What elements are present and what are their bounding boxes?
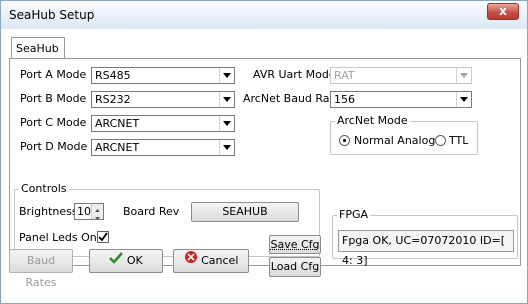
close-icon: x (499, 4, 507, 18)
arcnet-mode-group: ArcNet Mode Normal Analog TTL (330, 114, 478, 155)
chevron-down-icon (456, 68, 471, 83)
cancel-button[interactable]: Cancel (173, 249, 249, 273)
cancel-icon (184, 250, 198, 272)
brightness-spinner[interactable]: 10 (74, 203, 104, 220)
radio-normal-analog-label[interactable]: Normal Analog (354, 134, 435, 147)
ok-button[interactable]: OK (89, 249, 163, 273)
panel-leds-checkbox[interactable] (97, 231, 109, 243)
spin-down-icon[interactable] (92, 212, 103, 220)
radio-ttl-label[interactable]: TTL (449, 134, 468, 147)
title-bar[interactable]: SeaHub Setup x (1, 1, 527, 29)
spin-up-icon[interactable] (92, 204, 103, 212)
board-rev-button[interactable]: SEAHUB (191, 202, 299, 222)
port-c-mode-select[interactable]: ARCNET (91, 115, 235, 132)
checkmark-icon (109, 250, 124, 272)
port-c-mode-label: Port C Mode (20, 116, 87, 129)
port-b-mode-value: RS232 (95, 93, 131, 106)
brightness-value: 10 (77, 205, 91, 218)
board-rev-value: SEAHUB (222, 205, 268, 218)
chevron-down-icon[interactable] (219, 68, 234, 83)
radio-normal-analog[interactable] (339, 135, 350, 146)
port-a-mode-value: RS485 (95, 69, 131, 82)
chevron-down-icon[interactable] (219, 116, 234, 131)
tab-seahub-label: SeaHub (16, 42, 59, 55)
window-title: SeaHub Setup (9, 8, 95, 22)
port-b-mode-select[interactable]: RS232 (91, 91, 235, 108)
save-cfg-label: Save Cfg (270, 238, 320, 251)
seahub-tab-page: Port A Mode RS485 Port B Mode RS232 Port… (9, 58, 521, 267)
seahub-setup-window: SeaHub Setup x SeaHub Port A Mode RS485 … (0, 0, 528, 304)
port-a-mode-label: Port A Mode (20, 68, 87, 81)
avr-uart-mode-label: AVR Uart Mode (253, 68, 336, 81)
port-b-mode-label: Port B Mode (20, 92, 87, 105)
arcnet-baud-rate-label: ArcNet Baud Rate (243, 92, 341, 105)
save-cfg-button[interactable]: Save Cfg (269, 235, 321, 254)
controls-title: Controls (19, 182, 69, 195)
port-a-mode-select[interactable]: RS485 (91, 67, 235, 84)
load-cfg-button[interactable]: Load Cfg (269, 257, 321, 277)
arcnet-baud-rate-value: 156 (334, 93, 355, 106)
dialog-client-area: SeaHub Port A Mode RS485 Port B Mode RS2… (3, 29, 525, 303)
chevron-down-icon[interactable] (456, 92, 471, 107)
arcnet-mode-title: ArcNet Mode (335, 114, 410, 127)
panel-leds-label: Panel Leds On (19, 231, 97, 244)
ok-label: OK (126, 254, 143, 267)
port-d-mode-value: ARCNET (95, 141, 140, 154)
fpga-status: Fpga OK, UC=07072010 ID=[ 4: 3] (338, 230, 514, 267)
load-cfg-label: Load Cfg (270, 260, 320, 273)
port-c-mode-value: ARCNET (95, 117, 140, 130)
avr-uart-mode-select: RAT (330, 67, 472, 84)
board-rev-label: Board Rev (123, 205, 180, 218)
chevron-down-icon[interactable] (219, 92, 234, 107)
close-button[interactable]: x (487, 3, 519, 20)
baud-rates-button: Baud Rates (9, 249, 73, 289)
fpga-title: FPGA (337, 208, 371, 221)
port-d-mode-select[interactable]: ARCNET (91, 139, 235, 156)
checkmark-icon (98, 232, 108, 242)
radio-ttl[interactable] (435, 135, 446, 146)
fpga-status-text: Fpga OK, UC=07072010 ID=[ 4: 3] (342, 234, 506, 267)
port-d-mode-label: Port D Mode (20, 140, 88, 153)
chevron-down-icon[interactable] (219, 140, 234, 155)
fpga-group: FPGA Fpga OK, UC=07072010 ID=[ 4: 3] (332, 208, 518, 267)
avr-uart-mode-value: RAT (334, 69, 355, 82)
tab-seahub[interactable]: SeaHub (11, 37, 65, 59)
arcnet-baud-rate-select[interactable]: 156 (330, 91, 472, 108)
baud-rates-label: Baud Rates (25, 254, 57, 289)
cancel-label: Cancel (201, 254, 239, 267)
brightness-label: Brightness (19, 205, 78, 218)
